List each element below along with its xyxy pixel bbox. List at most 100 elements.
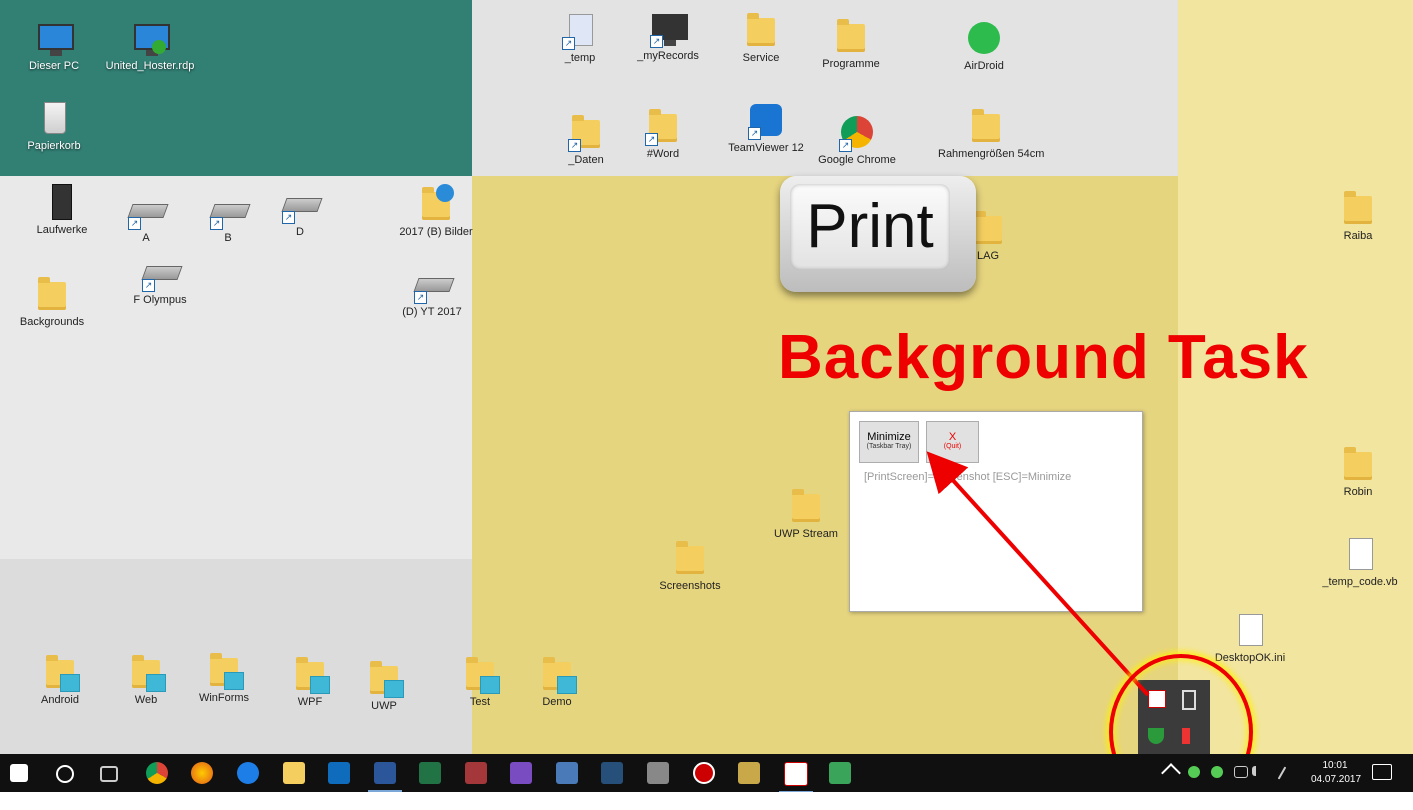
folder-icon	[204, 650, 244, 690]
desktop-icon[interactable]: Screenshots	[642, 538, 738, 593]
system-clock[interactable]: 10:01 04.07.2017	[1311, 759, 1362, 787]
film-icon[interactable]	[647, 762, 669, 784]
paint-icon[interactable]	[829, 762, 851, 784]
word-icon[interactable]	[368, 762, 402, 792]
desktop-icon[interactable]: ↗ D	[252, 184, 348, 239]
drive-shortcut-icon: ↗	[126, 190, 169, 230]
firefox-icon[interactable]	[191, 762, 213, 784]
folder-icon	[786, 486, 826, 526]
start-icon[interactable]	[10, 764, 28, 782]
headline-text: Background Task	[778, 323, 1309, 392]
minimize-sublabel: (Taskbar Tray)	[866, 443, 912, 450]
network-icon[interactable]	[1234, 766, 1248, 778]
desktop-icon[interactable]: ↗ #Word	[615, 106, 711, 161]
desktop-icon[interactable]: 2017 (B) Bilder	[388, 184, 484, 239]
desktop-icon[interactable]: UWP Stream	[758, 486, 854, 541]
folder-icon	[966, 106, 1006, 146]
print-key-graphic: Print	[780, 176, 976, 292]
shortcut-hint: [PrintScreen]=Screenshot [ESC]=Minimize	[864, 471, 1072, 483]
desktop-icon[interactable]: _temp_code.vb	[1312, 534, 1408, 589]
drive-shortcut-icon: ↗	[280, 184, 323, 224]
drives-icon	[42, 182, 82, 222]
desktop-icon[interactable]: WinForms	[176, 650, 272, 705]
background-task-window: Minimize (Taskbar Tray) X (Quit) [PrintS…	[849, 411, 1143, 612]
monitor-shortcut-icon: ↗	[648, 8, 688, 48]
access-icon[interactable]	[465, 762, 487, 784]
screenshot-app-icon[interactable]	[779, 762, 813, 793]
record-icon[interactable]	[693, 762, 715, 784]
desktop-icon[interactable]: ↗ TeamViewer 12	[718, 100, 814, 155]
desktop-icon[interactable]: Backgrounds	[4, 274, 100, 329]
desktop-icon[interactable]: AirDroid	[936, 18, 1032, 73]
pen-tool-icon[interactable]	[601, 762, 623, 784]
notifications-icon[interactable]	[1372, 764, 1392, 780]
settings-file-icon	[1230, 610, 1270, 650]
folder-icon	[831, 16, 871, 56]
desktop-icon[interactable]: United_Hoster.rdp	[102, 18, 198, 73]
minimize-label: Minimize	[867, 431, 911, 443]
app-tray-icon[interactable]	[1148, 690, 1166, 708]
desktop-icon[interactable]: ↗ (D) YT 2017	[384, 264, 480, 319]
desktop-icon[interactable]: ↗ F Olympus	[112, 252, 208, 307]
remote-desktop-file-icon	[130, 18, 170, 58]
chevron-up-icon[interactable]	[1161, 763, 1181, 783]
desktop-icon[interactable]: Rahmengrößen 54cm	[938, 106, 1044, 161]
minimize-button[interactable]: Minimize (Taskbar Tray)	[859, 421, 919, 463]
folder-icon	[364, 658, 404, 698]
volume-icon[interactable]	[1252, 766, 1266, 776]
remote-desktop-icon[interactable]	[556, 762, 578, 784]
shield-icon[interactable]	[1148, 728, 1164, 744]
quit-button[interactable]: X (Quit)	[926, 421, 979, 463]
desktop-icon[interactable]: ↗ _myRecords	[620, 8, 716, 63]
folder-icon	[1338, 188, 1378, 228]
desktop-icon[interactable]: Android	[12, 652, 108, 707]
clock-time: 10:01	[1322, 760, 1348, 771]
outlook-icon[interactable]	[328, 762, 350, 784]
folder-icon	[741, 10, 781, 50]
speaker-muted-icon[interactable]	[1182, 728, 1198, 744]
this-pc-icon	[34, 18, 74, 58]
clock-date: 04.07.2017	[1311, 774, 1362, 785]
desktop-icon[interactable]: Papierkorb	[6, 98, 102, 153]
folder-icon	[126, 652, 166, 692]
pen-icon[interactable]	[1277, 766, 1287, 780]
excel-icon[interactable]	[419, 762, 441, 784]
status-green-icon[interactable]	[1188, 766, 1200, 778]
folder-icon	[40, 652, 80, 692]
cortana-icon[interactable]	[56, 765, 74, 783]
airdroid-icon	[964, 18, 1004, 58]
teamviewer-icon: ↗	[746, 100, 786, 140]
quit-sublabel: (Quit)	[943, 443, 962, 450]
chrome-icon: ↗	[837, 112, 877, 152]
desktop-icon[interactable]: Demo	[509, 654, 605, 709]
folder-icon	[1338, 444, 1378, 484]
task-view-icon[interactable]	[100, 766, 118, 782]
folder-icon	[670, 538, 710, 578]
usb-icon[interactable]	[1182, 690, 1196, 710]
desktop-icon[interactable]: Programme	[803, 16, 899, 71]
desktop-icon[interactable]: Laufwerke	[14, 182, 110, 237]
status-green-icon[interactable]	[1211, 766, 1223, 778]
tray-overflow-popup	[1138, 680, 1210, 756]
quit-label: X	[948, 431, 957, 443]
desktop-icon[interactable]: Robin	[1310, 444, 1406, 499]
taskbar: 10:01 04.07.2017	[0, 754, 1413, 793]
desktop-icon[interactable]: DesktopOK.ini	[1202, 610, 1298, 665]
desktop-icon[interactable]: ↗ Google Chrome	[809, 112, 905, 167]
desktop-icon[interactable]: Service	[713, 10, 809, 65]
folder-globe-icon	[416, 184, 456, 224]
folder-shortcut-icon: ↗	[566, 112, 606, 152]
film-strip-icon[interactable]	[738, 762, 760, 784]
chrome-icon[interactable]	[146, 762, 168, 784]
edge-icon[interactable]	[237, 762, 259, 784]
desktop-icon[interactable]: Dieser PC	[6, 18, 102, 73]
vb-file-icon	[1340, 534, 1380, 574]
desktop-icon[interactable]: ↗ _temp	[532, 10, 628, 65]
explorer-icon[interactable]	[283, 762, 305, 784]
desktop-icon[interactable]: Raiba	[1310, 188, 1406, 243]
print-key-label: Print	[806, 192, 934, 261]
visual-studio-icon[interactable]	[510, 762, 532, 784]
drive-shortcut-icon: ↗	[140, 252, 183, 292]
desktop-icon[interactable]: UWP	[336, 658, 432, 713]
folder-icon	[460, 654, 500, 694]
